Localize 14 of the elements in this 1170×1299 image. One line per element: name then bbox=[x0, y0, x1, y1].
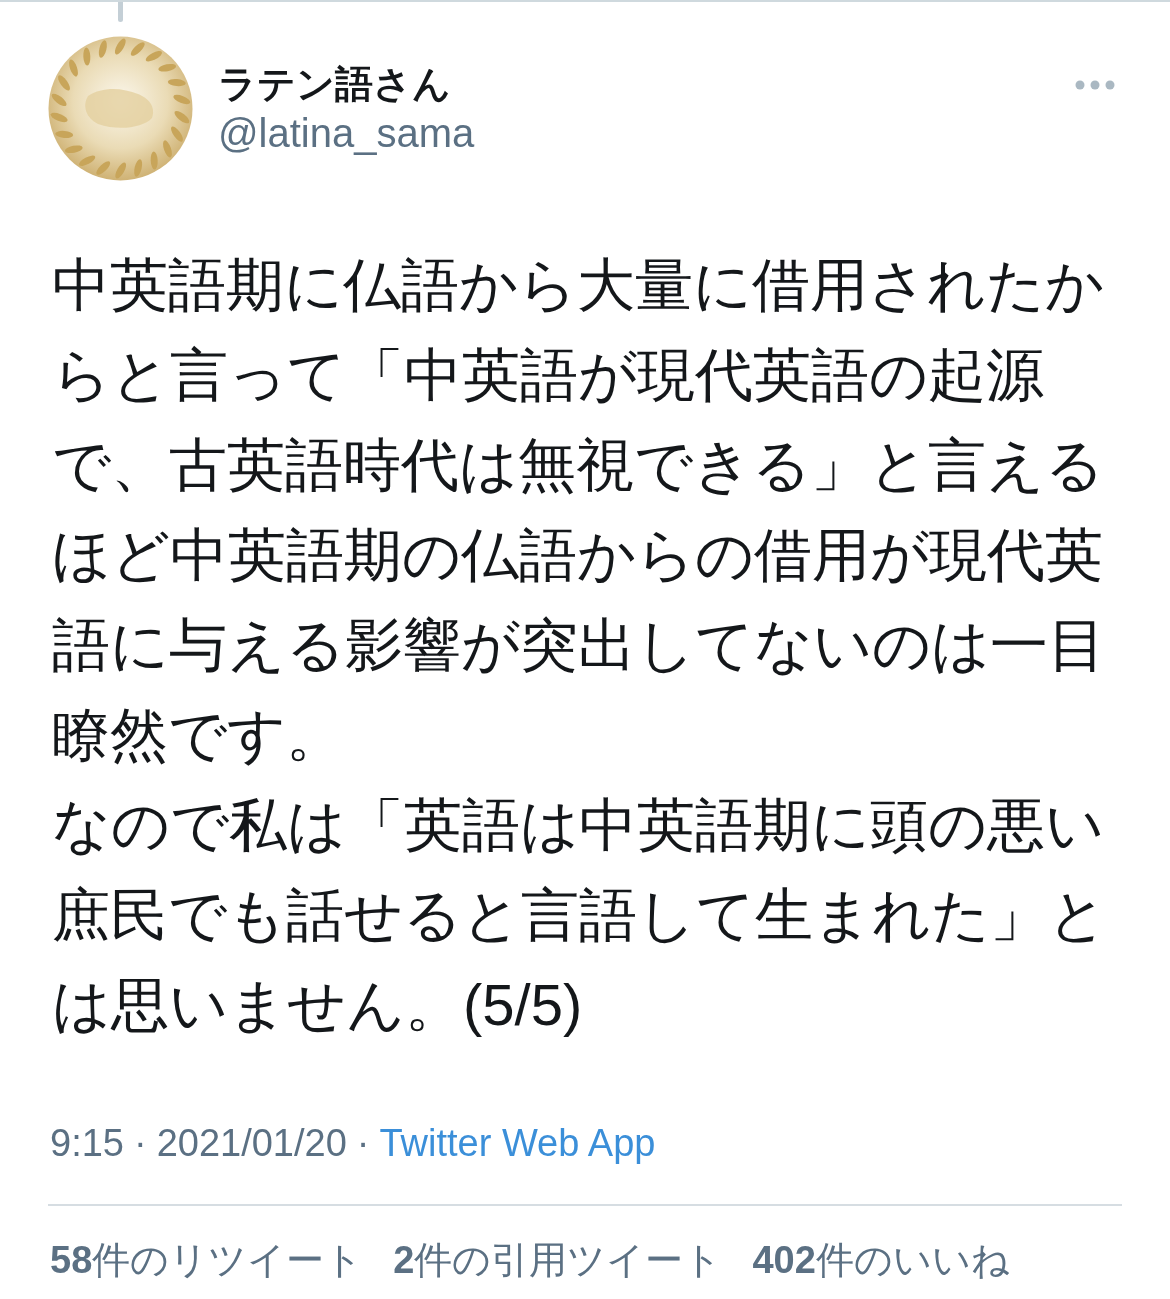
tweet-text: 中英語期に仏語から大量に借用されたからと言って「中英語が現代英語の起源で、古英語時代は無視できる」と言えるほど中英語期の仏語からの借用が現代英語に与える影響が突出してないのは一目瞭然です。 bbox=[52, 251, 1107, 769]
user-handle[interactable]: @latina_sama bbox=[218, 108, 475, 158]
display-name[interactable]: ラテン語さん bbox=[218, 60, 475, 108]
more-options-icon[interactable] bbox=[1075, 80, 1115, 90]
separator-dot: · bbox=[133, 1121, 147, 1166]
separator-dot: · bbox=[356, 1121, 370, 1166]
stat-link[interactable]: 2件の引用ツイート bbox=[393, 1237, 723, 1283]
source-link[interactable]: Twitter Web App bbox=[379, 1120, 656, 1166]
stat-link[interactable]: 402件のいいね bbox=[752, 1237, 1010, 1283]
timestamp-text: 2021/01/20 bbox=[156, 1121, 347, 1166]
stat-link[interactable]: 58件のリツイート bbox=[50, 1237, 364, 1283]
timestamp-text: 9:15 bbox=[50, 1121, 124, 1166]
avatar-image[interactable] bbox=[48, 36, 193, 181]
tweet-text: なので私は「英語は中英語期に頭の悪い庶民でも話せると言語して生まれた」とは思いません。(5/5) bbox=[52, 791, 1108, 1039]
